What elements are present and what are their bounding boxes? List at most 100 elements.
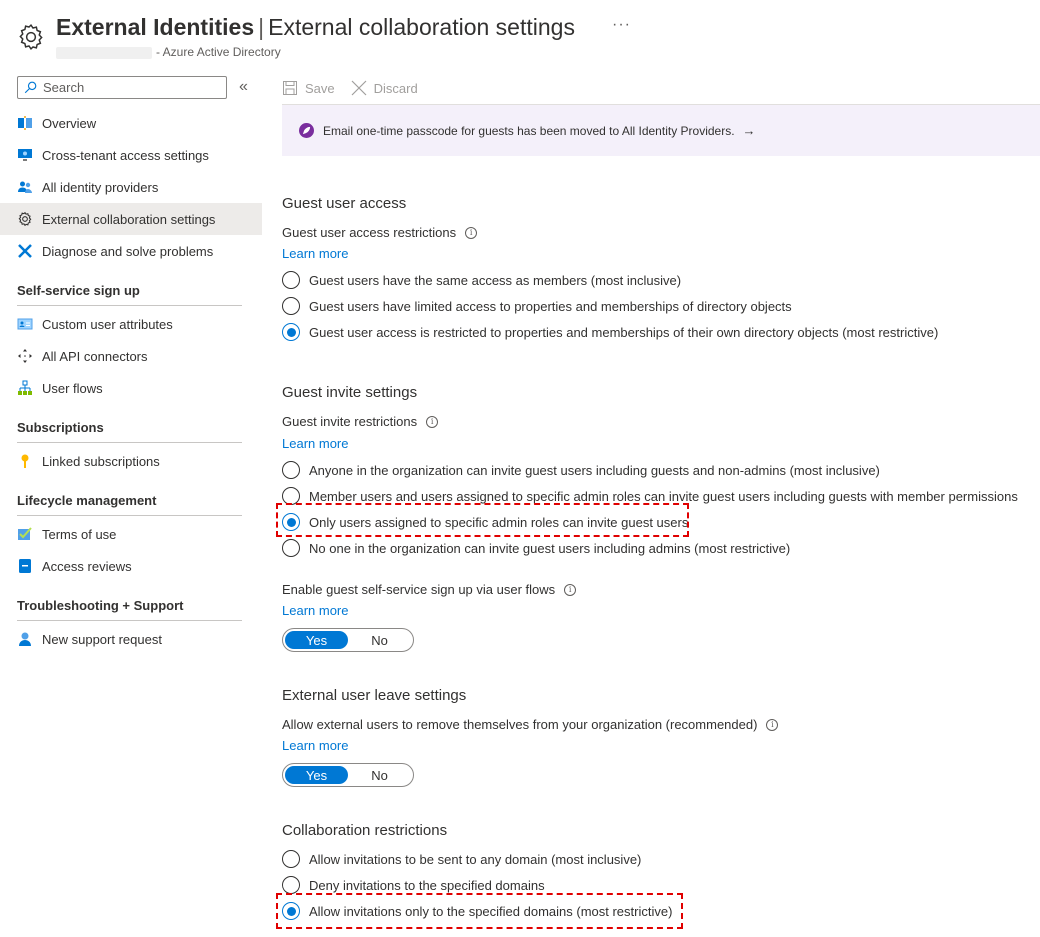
sidebar-item-cross-tenant[interactable]: Cross-tenant access settings — [0, 139, 262, 171]
sidebar-item-label: Custom user attributes — [42, 316, 173, 332]
sidebar-item-overview[interactable]: Overview — [0, 107, 262, 139]
radio-circle[interactable] — [282, 461, 300, 479]
info-icon[interactable]: i — [766, 718, 779, 731]
radio-label: Guest users have the same access as memb… — [309, 272, 682, 288]
radio-collab-deny-specified[interactable]: Deny invitations to the specified domain… — [282, 876, 545, 894]
section-title-external-user-leave: External user leave settings — [282, 687, 467, 704]
key-icon — [17, 453, 33, 469]
radio-invite-no-one[interactable]: No one in the organization can invite gu… — [282, 539, 790, 557]
guest-invite-restrictions-label: Guest invite restrictions i — [282, 414, 439, 429]
radio-label: Guest users have limited access to prope… — [309, 298, 792, 314]
sidebar-item-new-support-request[interactable]: New support request — [0, 623, 262, 655]
tenant-subtitle: - Azure Active Directory — [56, 45, 281, 59]
section-lifecycle-management: Lifecycle management — [17, 493, 242, 516]
section-title-guest-user-access: Guest user access — [282, 195, 407, 212]
save-button[interactable]: Save — [282, 80, 335, 96]
toggle-no[interactable]: No — [348, 631, 411, 649]
gear-icon — [17, 211, 33, 227]
info-banner[interactable]: Email one-time passcode for guests has b… — [282, 105, 1040, 156]
blade-title: External Identities — [56, 14, 255, 40]
learn-more-link[interactable]: Learn more — [282, 246, 348, 261]
rocket-icon — [299, 123, 314, 138]
hierarchy-icon — [17, 380, 33, 396]
field-label: Guest user access restrictions — [282, 225, 457, 240]
radio-label: Deny invitations to the specified domain… — [309, 877, 545, 893]
banner-text: Email one-time passcode for guests has b… — [323, 123, 735, 138]
external-leave-toggle[interactable]: Yes No — [282, 763, 414, 787]
sidebar-item-label: All API connectors — [42, 348, 148, 364]
radio-label: Guest user access is restricted to prope… — [309, 324, 939, 340]
search-box[interactable] — [17, 76, 227, 99]
self-service-sign-up-label: Enable guest self-service sign up via us… — [282, 582, 577, 597]
radio-guest-access-restricted[interactable]: Guest user access is restricted to prope… — [282, 323, 938, 341]
info-icon[interactable]: i — [465, 226, 478, 239]
radio-circle[interactable] — [282, 271, 300, 289]
checkmark-icon — [17, 526, 33, 542]
sidebar-item-access-reviews[interactable]: Access reviews — [0, 550, 262, 582]
field-label: Guest invite restrictions — [282, 414, 418, 429]
book-icon — [17, 558, 33, 574]
guest-user-access-restrictions-label: Guest user access restrictions i — [282, 225, 478, 240]
sidebar-item-user-flows[interactable]: User flows — [0, 372, 262, 404]
sidebar-item-api-connectors[interactable]: All API connectors — [0, 340, 262, 372]
toggle-no[interactable]: No — [348, 766, 411, 784]
gear-icon — [19, 23, 43, 51]
radio-guest-access-same-as-members[interactable]: Guest users have the same access as memb… — [282, 271, 681, 289]
toggle-yes[interactable]: Yes — [285, 631, 348, 649]
radio-circle[interactable] — [282, 850, 300, 868]
sidebar-item-linked-subscriptions[interactable]: Linked subscriptions — [0, 445, 262, 477]
learn-more-link[interactable]: Learn more — [282, 738, 348, 753]
section-subscriptions: Subscriptions — [17, 420, 242, 443]
sidebar-item-label: Linked subscriptions — [42, 453, 160, 469]
field-label: Enable guest self-service sign up via us… — [282, 582, 556, 597]
id-card-icon — [17, 316, 33, 332]
page-title: External Identities | External collaborati… — [56, 14, 575, 41]
radio-invite-anyone[interactable]: Anyone in the organization can invite gu… — [282, 461, 880, 479]
search-input[interactable] — [43, 80, 213, 95]
save-label: Save — [305, 80, 335, 96]
field-label: Allow external users to remove themselve… — [282, 717, 758, 732]
collapse-sidebar-button[interactable]: « — [239, 78, 248, 96]
discard-button[interactable]: Discard — [351, 80, 418, 96]
sidebar-item-external-collaboration[interactable]: External collaboration settings — [0, 203, 262, 235]
info-icon[interactable]: i — [564, 583, 577, 596]
section-title-guest-invite-settings: Guest invite settings — [282, 384, 418, 401]
radio-label: Member users and users assigned to speci… — [309, 488, 1018, 504]
sidebar-item-label: User flows — [42, 380, 103, 396]
radio-label: Allow invitations to be sent to any doma… — [309, 851, 642, 867]
toggle-yes[interactable]: Yes — [285, 766, 348, 784]
command-bar: Save Discard — [282, 74, 434, 102]
radio-circle[interactable] — [282, 297, 300, 315]
learn-more-link[interactable]: Learn more — [282, 436, 348, 451]
self-service-toggle[interactable]: Yes No — [282, 628, 414, 652]
radio-circle[interactable] — [282, 539, 300, 557]
external-leave-label: Allow external users to remove themselve… — [282, 717, 779, 732]
more-options-button[interactable]: ··· — [612, 16, 631, 34]
sidebar-item-identity-providers[interactable]: All identity providers — [0, 171, 262, 203]
sidebar-item-diagnose[interactable]: Diagnose and solve problems — [0, 235, 262, 267]
sidebar-item-terms-of-use[interactable]: Terms of use — [0, 518, 262, 550]
sidebar-item-label: All identity providers — [42, 179, 159, 195]
info-icon[interactable]: i — [426, 415, 439, 428]
red-highlight-box — [276, 503, 689, 537]
arrow-right-icon: → — [742, 123, 756, 138]
section-troubleshooting-support: Troubleshooting + Support — [17, 598, 242, 621]
save-icon — [283, 81, 297, 95]
close-icon — [351, 80, 367, 96]
radio-circle[interactable] — [282, 876, 300, 894]
radio-collab-any-domain[interactable]: Allow invitations to be sent to any doma… — [282, 850, 641, 868]
red-highlight-box — [276, 893, 683, 929]
radio-label: Anyone in the organization can invite gu… — [309, 462, 880, 478]
learn-more-link[interactable]: Learn more — [282, 603, 348, 618]
support-person-icon — [17, 631, 33, 647]
radio-guest-access-limited[interactable]: Guest users have limited access to prope… — [282, 297, 792, 315]
sidebar-item-label: External collaboration settings — [42, 211, 216, 227]
sidebar-item-label: Cross-tenant access settings — [42, 147, 209, 163]
sidebar-item-label: New support request — [42, 631, 162, 647]
sidebar-item-custom-user-attributes[interactable]: Custom user attributes — [0, 308, 262, 340]
redacted-tenant-name — [56, 46, 152, 59]
users-icon — [17, 179, 33, 195]
page-header: External Identities | External collaborati… — [0, 0, 1040, 66]
radio-circle-selected[interactable] — [282, 323, 300, 341]
search-icon — [24, 81, 37, 94]
